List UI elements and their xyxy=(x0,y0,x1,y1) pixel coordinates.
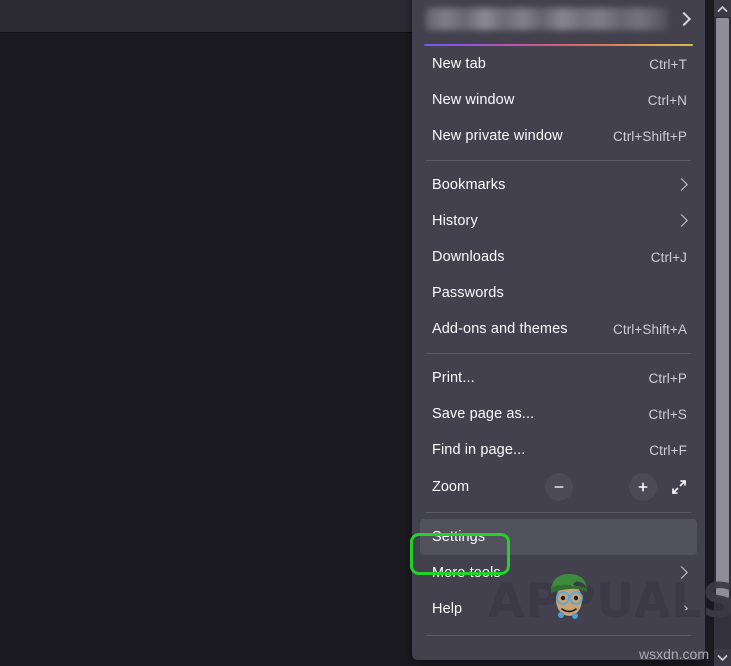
account-email-blurred xyxy=(426,8,669,30)
menu-item-label: Find in page... xyxy=(432,442,526,458)
menu-item-shortcut: Ctrl+S xyxy=(648,406,687,422)
menu-item-shortcut: Ctrl+T xyxy=(649,56,687,72)
scrollbar-track[interactable] xyxy=(714,598,731,649)
scrollbar-thumb[interactable] xyxy=(716,18,729,598)
menu-item-shortcut: Ctrl+Shift+A xyxy=(613,321,687,337)
chevron-down-icon[interactable] xyxy=(714,649,731,666)
menu-item-label: Print... xyxy=(432,370,475,386)
menu-group-bottom: Settings More tools Help xyxy=(412,519,705,627)
chevron-up-icon[interactable] xyxy=(714,0,731,17)
menu-group-page-actions: Print... Ctrl+P Save page as... Ctrl+S F… xyxy=(412,360,705,468)
menu-item-new-tab[interactable]: New tab Ctrl+T xyxy=(412,46,705,82)
menu-separator xyxy=(426,635,691,636)
menu-group-library: Bookmarks History Downloads Ctrl+J Passw… xyxy=(412,167,705,347)
menu-item-help[interactable]: Help xyxy=(412,591,705,627)
menu-item-find-in-page[interactable]: Find in page... Ctrl+F xyxy=(412,432,705,468)
chevron-right-icon xyxy=(675,177,691,193)
menu-item-shortcut: Ctrl+F xyxy=(649,442,687,458)
menu-item-label: Passwords xyxy=(432,285,504,301)
menu-separator xyxy=(426,160,691,161)
menu-item-new-private-window[interactable]: New private window Ctrl+Shift+P xyxy=(412,118,705,154)
chevron-right-icon xyxy=(675,601,691,617)
menu-item-passwords[interactable]: Passwords xyxy=(412,275,705,311)
chevron-right-icon xyxy=(675,213,691,229)
menu-separator xyxy=(426,353,691,354)
chevron-right-icon xyxy=(675,9,695,29)
menu-item-shortcut: Ctrl+J xyxy=(650,249,687,265)
menu-item-add-ons-and-themes[interactable]: Add-ons and themes Ctrl+Shift+A xyxy=(412,311,705,347)
menu-separator xyxy=(426,512,691,513)
fullscreen-expand-icon[interactable] xyxy=(665,473,693,501)
menu-item-label: Save page as... xyxy=(432,406,535,422)
chevron-right-icon xyxy=(675,565,691,581)
menu-item-label: New private window xyxy=(432,128,563,144)
menu-item-label: New window xyxy=(432,92,515,108)
menu-group-new: New tab Ctrl+T New window Ctrl+N New pri… xyxy=(412,46,705,154)
minus-icon[interactable] xyxy=(545,473,573,501)
menu-item-more-tools[interactable]: More tools xyxy=(412,555,705,591)
menu-item-label: Add-ons and themes xyxy=(432,321,568,337)
screenshot-root: New tab Ctrl+T New window Ctrl+N New pri… xyxy=(0,0,731,666)
zoom-row: Zoom xyxy=(412,468,705,506)
menu-item-settings[interactable]: Settings xyxy=(420,519,697,555)
menu-item-shortcut: Ctrl+N xyxy=(647,92,687,108)
menu-item-print[interactable]: Print... Ctrl+P xyxy=(412,360,705,396)
menu-item-label: Downloads xyxy=(432,249,505,265)
menu-item-shortcut: Ctrl+P xyxy=(648,370,687,386)
account-row[interactable] xyxy=(412,0,705,46)
menu-item-shortcut: Ctrl+Shift+P xyxy=(613,128,687,144)
menu-item-bookmarks[interactable]: Bookmarks xyxy=(412,167,705,203)
menu-item-history[interactable]: History xyxy=(412,203,705,239)
firefox-app-menu-panel: New tab Ctrl+T New window Ctrl+N New pri… xyxy=(412,0,705,660)
vertical-scrollbar[interactable] xyxy=(714,0,731,666)
menu-item-label: History xyxy=(432,213,478,229)
plus-icon[interactable] xyxy=(629,473,657,501)
menu-item-new-window[interactable]: New window Ctrl+N xyxy=(412,82,705,118)
menu-item-label: Help xyxy=(432,601,463,617)
menu-item-label: More tools xyxy=(432,565,501,581)
menu-item-label: Settings xyxy=(432,529,486,545)
menu-item-label: Bookmarks xyxy=(432,177,506,193)
window-edge-sliver xyxy=(705,0,714,666)
menu-item-downloads[interactable]: Downloads Ctrl+J xyxy=(412,239,705,275)
menu-item-label: New tab xyxy=(432,56,486,72)
menu-item-save-page-as[interactable]: Save page as... Ctrl+S xyxy=(412,396,705,432)
zoom-label: Zoom xyxy=(432,479,470,495)
zoom-controls xyxy=(469,473,693,501)
